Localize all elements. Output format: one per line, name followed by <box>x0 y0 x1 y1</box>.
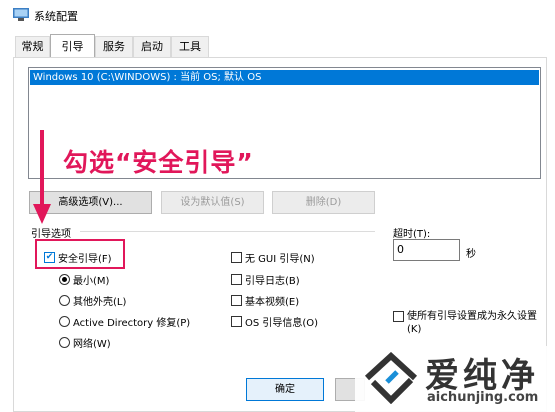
set-default-button[interactable]: 设为默认值(S) <box>161 191 264 214</box>
radio-network[interactable]: 网络(W) <box>59 335 111 350</box>
arrow-shaft <box>40 130 44 206</box>
radio-minimal[interactable]: 最小(M) <box>59 272 109 287</box>
make-permanent-checkbox[interactable]: 使所有引导设置成为永久设置 (K) <box>393 310 537 336</box>
delete-button[interactable]: 删除(D) <box>272 191 375 214</box>
system-config-icon <box>13 8 29 21</box>
radio-alternate-shell[interactable]: 其他外壳(L) <box>59 293 126 308</box>
ok-button[interactable]: 确定 <box>246 378 324 401</box>
tab-strip: 常规 引导 服务 启动 工具 <box>0 34 555 58</box>
highlight-frame <box>35 239 125 269</box>
watermark: 爱纯净 aichunjing.com <box>355 346 555 412</box>
checkbox-label: OS 引导信息(O) <box>245 318 319 329</box>
tab-boot[interactable]: 引导 <box>50 34 95 58</box>
radio-label: 最小(M) <box>73 276 110 287</box>
checkbox-label: 引导日志(B) <box>245 276 300 287</box>
timeout-label: 超时(T): <box>393 229 431 240</box>
radio-dot-icon <box>59 316 70 327</box>
checkbox-box <box>231 316 242 327</box>
brand-logo-icon <box>364 352 418 404</box>
radio-label: 网络(W) <box>73 339 111 350</box>
os-list-item[interactable]: Windows 10 (C:\WINDOWS) : 当前 OS; 默认 OS <box>30 70 539 85</box>
instruction-annotation: 勾选“安全引导” <box>63 148 254 177</box>
make-permanent-text: 使所有引导设置成为永久设置 (K) <box>407 310 537 336</box>
tab-services[interactable]: 服务 <box>95 36 133 57</box>
checkbox-label: 无 GUI 引导(N) <box>245 254 315 265</box>
window-title: 系统配置 <box>34 10 78 23</box>
make-permanent-label: 使所有引导设置成为永久设置 <box>407 311 537 322</box>
tab-startup[interactable]: 启动 <box>133 36 171 57</box>
make-permanent-shortcut: (K) <box>407 324 422 335</box>
no-gui-boot-checkbox[interactable]: 无 GUI 引导(N) <box>231 250 315 265</box>
checkbox-box <box>393 311 404 322</box>
timeout-unit: 秒 <box>466 249 476 260</box>
radio-ad-repair[interactable]: Active Directory 修复(P) <box>59 314 190 329</box>
group-divider <box>80 231 375 232</box>
tab-tools[interactable]: 工具 <box>171 36 209 57</box>
checkbox-box <box>231 252 242 263</box>
checkbox-label: 基本视频(E) <box>245 297 300 308</box>
radio-dot-icon <box>59 295 70 306</box>
tab-general[interactable]: 常规 <box>15 36 50 57</box>
radio-label: 其他外壳(L) <box>73 297 127 308</box>
arrow-down-icon <box>33 204 51 224</box>
boot-log-checkbox[interactable]: 引导日志(B) <box>231 272 300 287</box>
os-boot-info-checkbox[interactable]: OS 引导信息(O) <box>231 314 318 329</box>
radio-dot-icon <box>59 337 70 348</box>
radio-label: Active Directory 修复(P) <box>73 318 191 329</box>
boot-options-label: 引导选项 <box>31 229 71 240</box>
title-bar: 系统配置 <box>0 0 555 30</box>
checkbox-box <box>231 295 242 306</box>
checkbox-box <box>231 274 242 285</box>
timeout-input[interactable]: 0 <box>393 239 460 261</box>
watermark-url: aichunjing.com <box>427 390 539 405</box>
base-video-checkbox[interactable]: 基本视频(E) <box>231 293 299 308</box>
radio-dot-icon <box>59 274 70 285</box>
